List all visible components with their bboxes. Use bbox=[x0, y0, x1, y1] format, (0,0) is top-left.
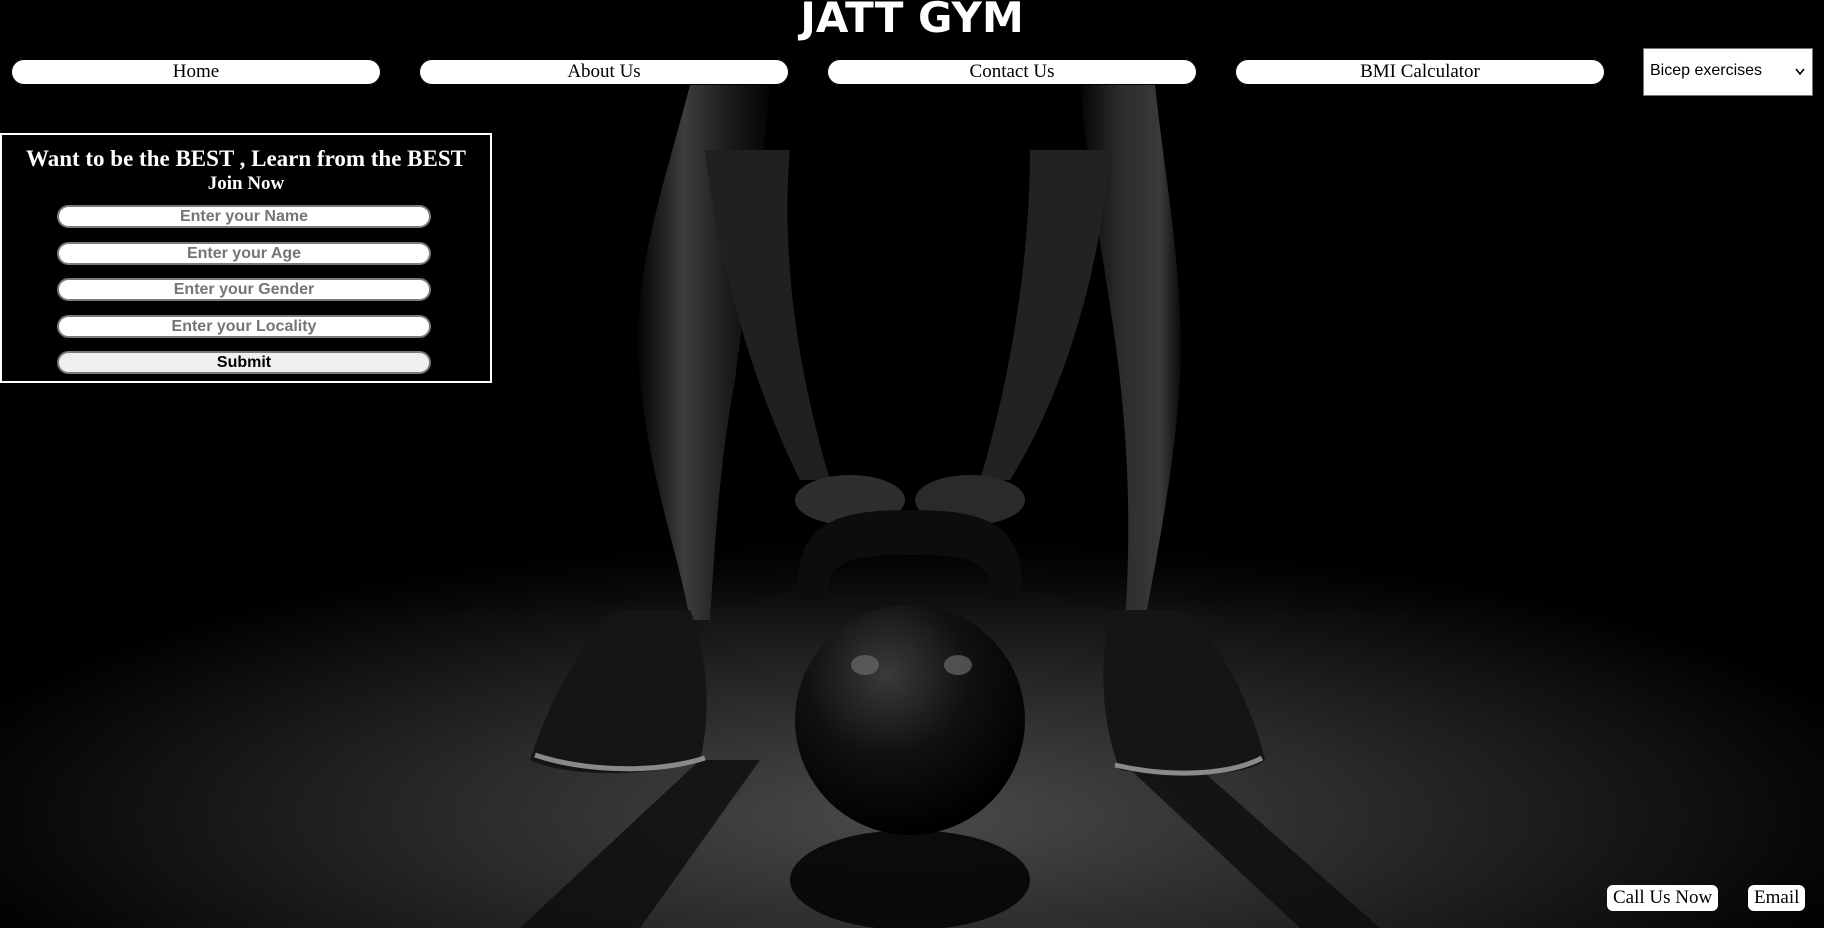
submit-button[interactable]: Submit bbox=[57, 351, 431, 374]
site-title: JATT GYM bbox=[800, 0, 1024, 42]
call-us-now-button[interactable]: Call Us Now bbox=[1607, 885, 1719, 911]
gender-input[interactable] bbox=[57, 278, 431, 301]
form-subheading: Join Now bbox=[207, 173, 285, 194]
nav-bmi-calculator-button[interactable]: BMI Calculator bbox=[1236, 60, 1604, 84]
chevron-down-icon bbox=[1795, 68, 1805, 76]
exercise-select-value: Bicep exercises bbox=[1650, 62, 1763, 79]
exercise-select[interactable]: Bicep exercises bbox=[1643, 48, 1813, 96]
join-form: Want to be the BEST , Learn from the BES… bbox=[0, 133, 492, 383]
locality-input[interactable] bbox=[57, 315, 431, 338]
nav-home-button[interactable]: Home bbox=[12, 60, 380, 84]
email-button[interactable]: Email bbox=[1748, 885, 1806, 911]
age-input[interactable] bbox=[57, 242, 431, 265]
name-input[interactable] bbox=[57, 205, 431, 228]
form-heading: Want to be the BEST , Learn from the BES… bbox=[25, 146, 467, 171]
nav-contact-us-button[interactable]: Contact Us bbox=[828, 60, 1196, 84]
nav-about-us-button[interactable]: About Us bbox=[420, 60, 788, 84]
